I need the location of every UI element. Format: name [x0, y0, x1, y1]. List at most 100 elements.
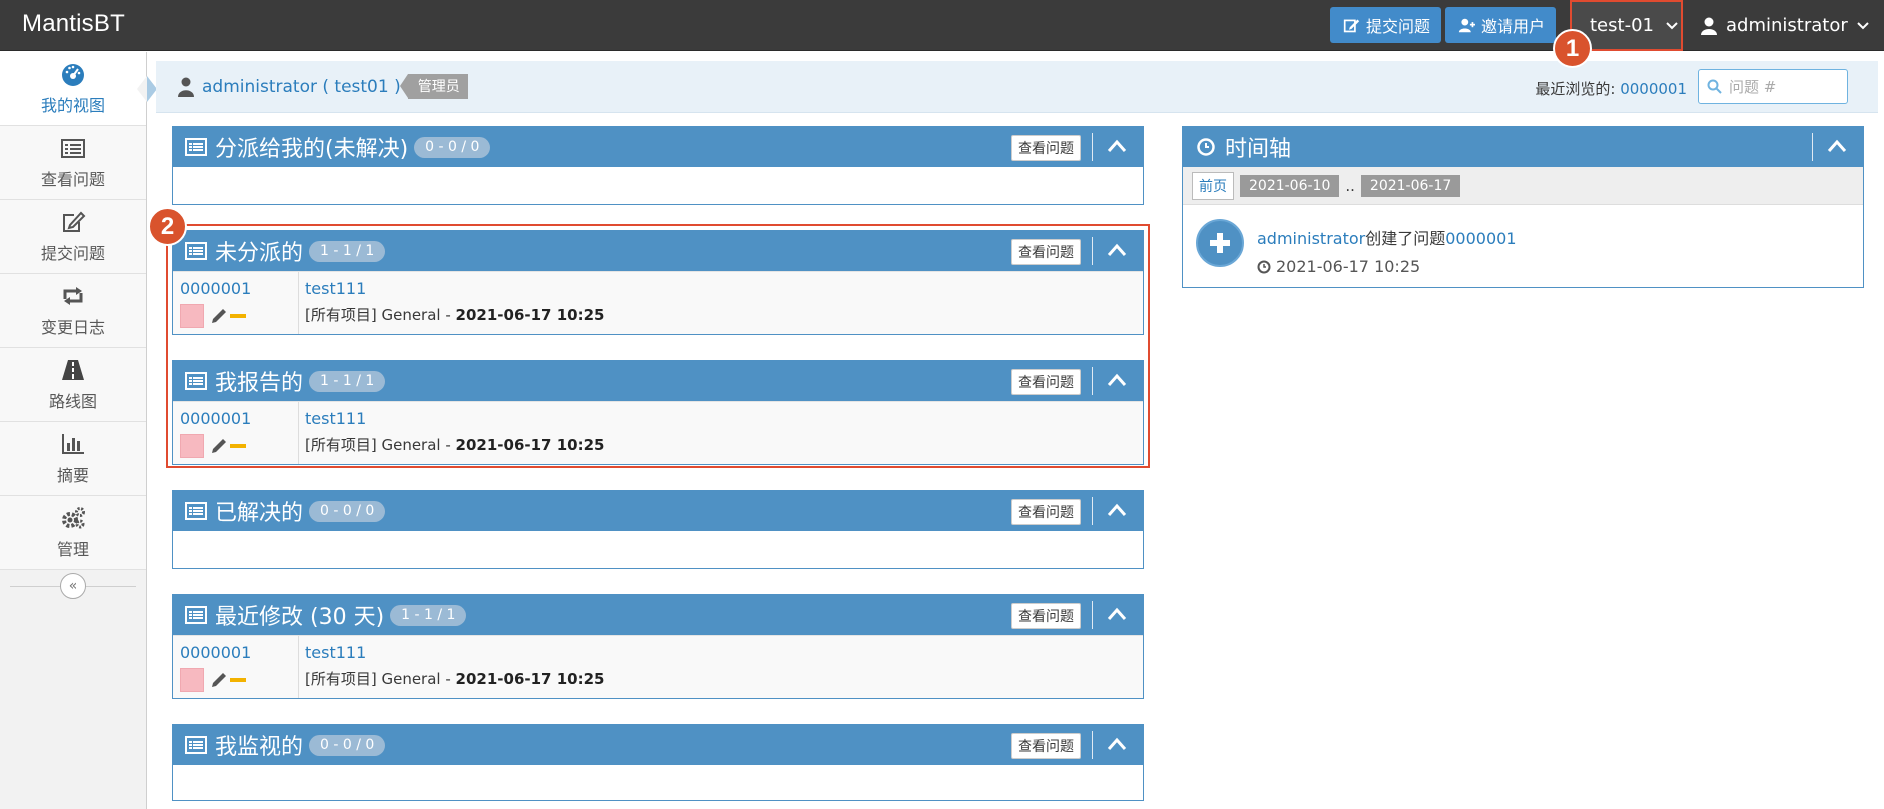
timeline-entry: administrator创建了问题0000001 2021-06-17 10:…	[1183, 205, 1863, 287]
issue-summary-link[interactable]: test111	[305, 643, 604, 662]
widget-recently-modified: 最近修改 (30 天) 1 - 1 / 1 查看问题 0000001 test1…	[172, 594, 1144, 699]
sidebar-item-label: 管理	[56, 539, 89, 559]
count-badge: 0 - 0 / 0	[414, 136, 491, 158]
breadcrumb-user-link[interactable]: administrator ( test01 )	[202, 77, 401, 97]
brand-logo[interactable]: MantisBT	[22, 10, 125, 38]
chevron-up-icon[interactable]	[1107, 737, 1127, 751]
highlight-box	[166, 224, 1150, 468]
issue-search-input[interactable]: 问题 #	[1698, 69, 1848, 104]
timeline-range-separator: ..	[1345, 176, 1355, 195]
sidebar-item-roadmap[interactable]: 路线图	[0, 348, 146, 422]
view-issues-button[interactable]: 查看问题	[1011, 733, 1081, 759]
count-badge: 0 - 0 / 0	[309, 734, 386, 756]
divider	[1092, 731, 1093, 759]
widget-timeline: 时间轴 前页 2021-06-10 .. 2021-06-17 administ…	[1182, 126, 1864, 288]
pencil-icon[interactable]	[210, 671, 228, 689]
chevron-down-icon	[1857, 21, 1869, 29]
chevron-up-icon[interactable]	[1107, 607, 1127, 621]
plus-icon	[1196, 219, 1244, 267]
widget-monitored: 我监视的 0 - 0 / 0 查看问题	[172, 724, 1144, 801]
divider	[1812, 133, 1813, 161]
search-icon	[1707, 79, 1722, 94]
widget-title: 我监视的	[215, 735, 304, 760]
list-icon	[185, 736, 207, 754]
report-issue-label: 提交问题	[1366, 17, 1431, 36]
sidebar-item-label: 摘要	[56, 465, 89, 485]
callout-marker: 2	[148, 207, 187, 246]
role-badge: 管理员	[399, 74, 468, 99]
widget-header: 时间轴	[1183, 127, 1863, 167]
recent-label: 最近浏览的:	[1535, 80, 1621, 98]
view-issues-button[interactable]: 查看问题	[1011, 499, 1081, 525]
road-icon	[62, 359, 84, 380]
timeline-from-date: 2021-06-10	[1240, 174, 1340, 197]
issue-summary-cell: test111 [所有项目] General - 2021-06-17 10:2…	[299, 636, 604, 698]
list-icon	[185, 138, 207, 156]
sidebar: 我的视图 查看问题 提交问题 变更日志 路线图 摘要 管理 «	[0, 52, 157, 809]
recently-visited: 最近浏览的: 0000001	[1535, 78, 1687, 99]
chevron-up-icon[interactable]	[1107, 503, 1127, 517]
widget-header: 已解决的 0 - 0 / 0 查看问题	[173, 491, 1143, 531]
issue-id-link[interactable]: 0000001	[180, 643, 298, 662]
sidebar-item-label: 我的视图	[40, 95, 105, 115]
top-navbar: MantisBT 提交问题 邀请用户 test-01 administrator	[0, 0, 1884, 51]
count-badge: 1 - 1 / 1	[390, 604, 467, 626]
edit-icon	[1343, 19, 1360, 32]
view-issues-button[interactable]: 查看问题	[1011, 135, 1081, 161]
dashboard-icon	[62, 63, 84, 86]
project-name: test-01	[1590, 15, 1654, 36]
user-name: administrator	[1726, 15, 1848, 36]
user-menu[interactable]: administrator	[1685, 0, 1884, 51]
widget-resolved: 已解决的 0 - 0 / 0 查看问题	[172, 490, 1144, 569]
issue-id-cell: 0000001	[173, 636, 299, 698]
issue-project: [所有项目] General -	[305, 670, 456, 688]
report-issue-button[interactable]: 提交问题	[1330, 7, 1442, 43]
invite-users-label: 邀请用户	[1481, 17, 1546, 36]
sidebar-item-view-issues[interactable]: 查看问题	[0, 126, 146, 200]
list-icon	[185, 502, 207, 520]
timeline-entry-text: administrator创建了问题0000001 2021-06-17 10:…	[1257, 219, 1517, 287]
edit-icon	[63, 211, 86, 232]
user-icon	[1701, 17, 1717, 35]
widget-header: 我监视的 0 - 0 / 0 查看问题	[173, 725, 1143, 765]
timeline-user-link[interactable]: administrator	[1257, 229, 1365, 248]
timeline-issue-link[interactable]: 0000001	[1445, 229, 1516, 248]
timeline-timestamp: 2021-06-17 10:25	[1276, 257, 1421, 276]
callout-marker: 1	[1553, 29, 1592, 68]
widget-title: 时间轴	[1225, 137, 1292, 162]
user-plus-icon	[1458, 18, 1475, 32]
breadcrumb: administrator ( test01 ) 管理员 最近浏览的: 0000…	[156, 61, 1878, 113]
sidebar-collapse-button[interactable]: «	[60, 573, 86, 599]
list-icon	[61, 138, 85, 158]
recent-issue-link[interactable]: 0000001	[1620, 80, 1687, 98]
sidebar-item-summary[interactable]: 摘要	[0, 422, 146, 496]
search-placeholder: 问题 #	[1729, 78, 1777, 96]
timeline-action: 创建了问题	[1365, 229, 1446, 248]
timeline-nav: 前页 2021-06-10 .. 2021-06-17	[1183, 167, 1863, 205]
invite-users-button[interactable]: 邀请用户	[1445, 7, 1557, 43]
table-row: 0000001 test111 [所有项目] General - 2021-06…	[173, 635, 1143, 698]
sidebar-item-my-view[interactable]: 我的视图	[0, 52, 157, 126]
chevron-up-icon[interactable]	[1827, 139, 1847, 153]
clock-icon	[1257, 260, 1271, 273]
status-color-swatch	[180, 668, 204, 692]
sidebar-item-label: 变更日志	[40, 317, 105, 337]
widget-assigned: 分派给我的(未解决) 0 - 0 / 0 查看问题	[172, 126, 1144, 205]
issue-meta: [所有项目] General - 2021-06-17 10:25	[305, 668, 604, 689]
sidebar-item-label: 路线图	[48, 391, 97, 411]
widget-title: 已解决的	[215, 501, 304, 526]
sidebar-item-changelog[interactable]: 变更日志	[0, 274, 146, 348]
bar-chart-icon	[62, 433, 84, 454]
priority-icon	[230, 678, 246, 682]
chevron-up-icon[interactable]	[1107, 139, 1127, 153]
view-issues-button[interactable]: 查看问题	[1011, 603, 1081, 629]
divider	[1092, 133, 1093, 161]
timeline-prev-button[interactable]: 前页	[1192, 171, 1234, 200]
clock-icon	[1197, 138, 1215, 156]
sidebar-item-report-issue[interactable]: 提交问题	[0, 200, 146, 274]
widget-title: 最近修改 (30 天)	[215, 605, 385, 630]
issue-date: 2021-06-17 10:25	[455, 670, 605, 688]
sidebar-item-label: 提交问题	[40, 243, 105, 263]
sidebar-item-manage[interactable]: 管理	[0, 496, 146, 570]
widget-header: 最近修改 (30 天) 1 - 1 / 1 查看问题	[173, 595, 1143, 635]
